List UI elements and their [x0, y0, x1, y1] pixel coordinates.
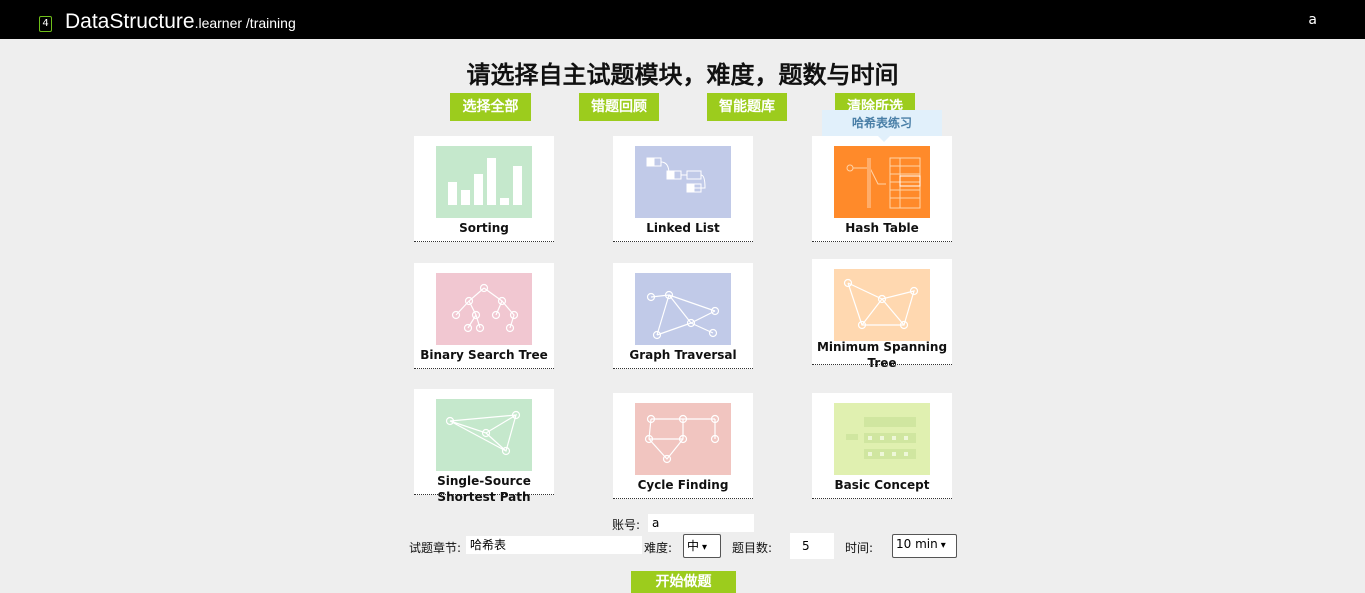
time-label: 时间:	[845, 541, 874, 555]
module-label: Hash Table	[845, 221, 919, 235]
sorting-icon	[436, 146, 532, 218]
logo-icon[interactable]: 4	[39, 16, 52, 32]
brand-sub: .learner	[194, 15, 243, 31]
module-label: Single-Source Shortest Path	[437, 474, 531, 504]
module-card-minimum-spanning-tree[interactable]: Minimum Spanning Tree	[812, 259, 952, 370]
account-field[interactable]: a	[648, 514, 754, 532]
page-title: 请选择自主试题模块，难度，题数与时间	[466, 61, 899, 89]
wrong-review-button[interactable]: 错题回顾	[579, 93, 659, 121]
basic-concept-icon	[834, 403, 930, 475]
start-button[interactable]: 开始做题	[631, 571, 736, 593]
module-card-linked-list[interactable]: Linked List	[613, 136, 753, 242]
module-card-hash-table[interactable]: Hash Table	[812, 136, 952, 242]
module-card-basic-concept[interactable]: Basic Concept	[812, 393, 952, 499]
module-label: Minimum Spanning Tree	[816, 340, 948, 370]
smart-bank-button[interactable]: 智能题库	[707, 93, 787, 121]
tree-icon	[436, 273, 532, 345]
difficulty-label: 难度:	[644, 541, 673, 555]
difficulty-value: 中	[687, 539, 700, 553]
question-count-field[interactable]: 5	[790, 533, 834, 559]
module-card-sssp[interactable]: Single-Source Shortest Path	[414, 389, 554, 504]
graph-icon	[635, 273, 731, 345]
breadcrumb-path: /training	[242, 15, 296, 31]
brand-name: DataStructure	[65, 10, 195, 33]
select-all-button[interactable]: 选择全部	[450, 93, 531, 121]
module-card-graph-traversal[interactable]: Graph Traversal	[613, 263, 753, 369]
count-label: 题目数:	[732, 541, 773, 555]
difficulty-select[interactable]: 中 ▾	[683, 534, 721, 558]
shortest-path-icon	[436, 399, 532, 471]
module-label: Binary Search Tree	[420, 348, 548, 362]
time-select[interactable]: 10 min ▾	[892, 534, 957, 558]
brand-title[interactable]: DataStructure.learner /training	[65, 10, 296, 34]
module-label: Sorting	[459, 221, 509, 235]
account-label: 账号:	[612, 518, 641, 532]
module-label: Cycle Finding	[637, 478, 729, 492]
module-label: Graph Traversal	[629, 348, 737, 362]
module-card-cycle-finding[interactable]: Cycle Finding	[613, 393, 753, 499]
chapter-field[interactable]: 哈希表	[466, 536, 642, 554]
module-tooltip: 哈希表练习	[822, 110, 942, 142]
chapter-label: 试题章节:	[409, 541, 462, 555]
linked-list-icon	[635, 146, 731, 218]
chevron-down-icon: ▾	[702, 542, 708, 553]
top-navbar: 4 DataStructure.learner /training a	[0, 0, 1365, 39]
module-label: Basic Concept	[834, 478, 930, 492]
module-label: Linked List	[646, 221, 720, 235]
cycle-icon	[635, 403, 731, 475]
hash-table-icon	[834, 146, 930, 218]
user-name[interactable]: a	[1308, 12, 1317, 28]
mst-icon	[834, 269, 930, 341]
chevron-down-icon: ▾	[940, 540, 946, 551]
module-card-sorting[interactable]: Sorting	[414, 136, 554, 242]
module-card-binary-search-tree[interactable]: Binary Search Tree	[414, 263, 554, 369]
time-value: 10 min	[896, 537, 938, 551]
